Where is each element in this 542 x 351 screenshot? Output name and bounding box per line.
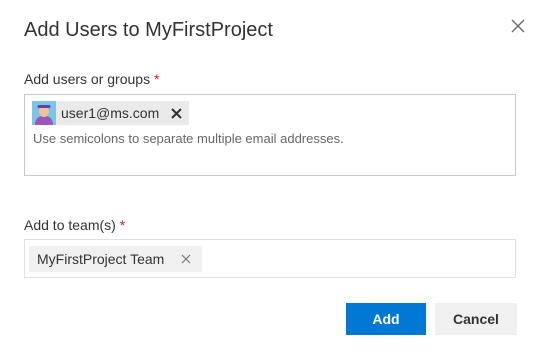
close-icon [511,19,525,33]
remove-team-button[interactable] [180,253,192,265]
team-chip: MyFirstProject Team [29,246,203,272]
teams-input-box[interactable]: MyFirstProject Team [24,239,516,278]
team-chip-label: MyFirstProject Team [37,251,165,267]
user-chip-label: user1@ms.com [61,105,160,121]
user-chip: user1@ms.com [32,101,190,125]
users-placeholder: Use semicolons to separate multiple emai… [33,131,344,146]
remove-user-button[interactable] [169,106,183,120]
users-field-label: Add users or groups * [24,71,159,87]
cancel-button[interactable]: Cancel [435,303,517,335]
close-icon [171,107,182,119]
required-marker: * [119,217,126,233]
dialog-title: Add Users to MyFirstProject [24,19,273,41]
avatar [32,101,56,125]
teams-label-text: Add to team(s) [24,217,116,233]
add-button[interactable]: Add [346,303,426,335]
add-users-dialog: Add Users to MyFirstProject Add users or… [0,0,542,351]
required-marker: * [153,71,160,87]
close-dialog-button[interactable] [506,14,530,38]
users-input-box[interactable]: user1@ms.com Use semicolons to separate … [24,94,516,176]
close-icon [181,254,191,264]
users-label-text: Add users or groups [24,71,151,87]
teams-field-label: Add to team(s) * [24,217,125,233]
